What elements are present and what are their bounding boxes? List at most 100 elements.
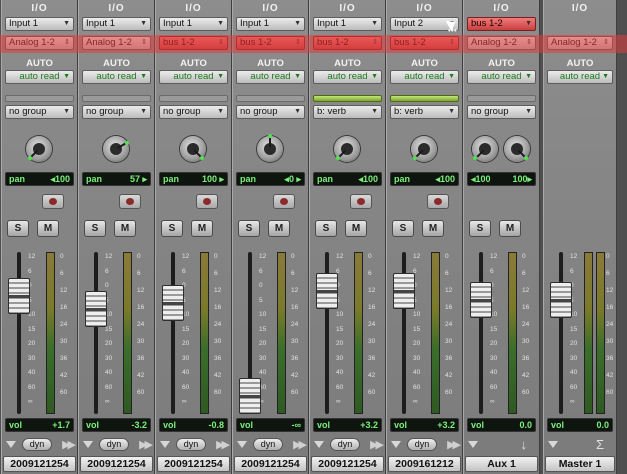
volume-display[interactable]: vol0.0: [547, 418, 613, 432]
record-arm-button[interactable]: [196, 194, 218, 209]
automation-mode-selector[interactable]: auto read▼: [313, 70, 382, 84]
volume-fader[interactable]: [316, 273, 338, 309]
automation-mode-selector[interactable]: auto read▼: [390, 70, 459, 84]
volume-fader[interactable]: [8, 278, 30, 314]
record-arm-button[interactable]: [42, 194, 64, 209]
mute-button[interactable]: M: [499, 220, 521, 237]
automation-mode-selector[interactable]: auto read▼: [547, 70, 613, 84]
solo-button[interactable]: S: [7, 220, 29, 237]
input-selector[interactable]: Input 1▼: [82, 17, 151, 31]
volume-fader[interactable]: [85, 291, 107, 327]
pan-knob[interactable]: [334, 136, 360, 162]
pan-display[interactable]: pan◂100: [390, 172, 459, 186]
group-selector[interactable]: no group▼: [5, 105, 74, 119]
pan-knob[interactable]: [504, 136, 530, 162]
track-name[interactable]: Aux 1: [465, 456, 538, 472]
pan-knob[interactable]: [26, 136, 52, 162]
pan-knob[interactable]: [180, 136, 206, 162]
automation-mode-selector[interactable]: auto read▼: [236, 70, 305, 84]
group-selector[interactable]: no group▼: [159, 105, 228, 119]
volume-display[interactable]: vol-3.2: [82, 418, 151, 432]
solo-button[interactable]: S: [84, 220, 106, 237]
pan-knob[interactable]: [411, 136, 437, 162]
dyn-button[interactable]: dyn: [330, 438, 360, 451]
triangle-down-icon[interactable]: [314, 441, 324, 448]
pan-knob[interactable]: [103, 136, 129, 162]
track-name[interactable]: 2009121254: [157, 456, 230, 472]
volume-fader[interactable]: [470, 282, 492, 318]
fast-forward-icon[interactable]: ▶▶: [447, 438, 458, 451]
solo-button[interactable]: S: [161, 220, 183, 237]
dyn-button[interactable]: dyn: [99, 438, 129, 451]
mute-button[interactable]: M: [191, 220, 213, 237]
automation-mode-selector[interactable]: auto read▼: [82, 70, 151, 84]
triangle-down-icon[interactable]: [468, 441, 478, 448]
pan-display[interactable]: pan100 ▸: [159, 172, 228, 186]
pan-knob[interactable]: [472, 136, 498, 162]
track-name[interactable]: Master 1: [545, 456, 615, 472]
group-selector[interactable]: no group▼: [467, 105, 536, 119]
triangle-down-icon[interactable]: [237, 441, 247, 448]
record-arm-button[interactable]: [427, 194, 449, 209]
volume-display[interactable]: vol0.0: [467, 418, 536, 432]
input-selector[interactable]: Input 1▼: [5, 17, 74, 31]
track-name[interactable]: 2009121254: [3, 456, 76, 472]
volume-fader[interactable]: [550, 282, 572, 318]
track-name[interactable]: 2009121254: [234, 456, 307, 472]
mute-button[interactable]: M: [345, 220, 367, 237]
triangle-down-icon[interactable]: [391, 441, 401, 448]
input-selector[interactable]: bus 1-2▼: [467, 17, 536, 31]
pan-display[interactable]: pan◂100: [5, 172, 74, 186]
automation-mode-selector[interactable]: auto read▼: [159, 70, 228, 84]
fast-forward-icon[interactable]: ▶▶: [139, 438, 150, 451]
input-selector[interactable]: Input 1▼: [236, 17, 305, 31]
input-selector[interactable]: Input 1▼: [313, 17, 382, 31]
group-selector[interactable]: b: verb▼: [390, 105, 459, 119]
solo-button[interactable]: S: [238, 220, 260, 237]
record-arm-button[interactable]: [273, 194, 295, 209]
record-arm-button[interactable]: [350, 194, 372, 209]
automation-mode-selector[interactable]: auto read▼: [467, 70, 536, 84]
mute-button[interactable]: M: [268, 220, 290, 237]
pan-display[interactable]: ◂100100▸: [467, 172, 536, 186]
pan-display[interactable]: pan◂0 ▸: [236, 172, 305, 186]
volume-display[interactable]: vol-0.8: [159, 418, 228, 432]
triangle-down-icon[interactable]: [6, 441, 16, 448]
triangle-down-icon[interactable]: [548, 441, 558, 448]
input-selector[interactable]: Input 1▼: [159, 17, 228, 31]
mute-button[interactable]: M: [114, 220, 136, 237]
track-name[interactable]: 2009161212: [388, 456, 461, 472]
triangle-down-icon[interactable]: [83, 441, 93, 448]
pan-display[interactable]: pan57 ▸: [82, 172, 151, 186]
pan-display[interactable]: pan◂100: [313, 172, 382, 186]
pan-knob[interactable]: [257, 136, 283, 162]
group-selector[interactable]: no group▼: [236, 105, 305, 119]
volume-display[interactable]: vol+3.2: [390, 418, 459, 432]
solo-button[interactable]: S: [315, 220, 337, 237]
volume-fader[interactable]: [393, 273, 415, 309]
fast-forward-icon[interactable]: ▶▶: [216, 438, 227, 451]
mute-button[interactable]: M: [422, 220, 444, 237]
solo-button[interactable]: S: [392, 220, 414, 237]
fast-forward-icon[interactable]: ▶▶: [370, 438, 381, 451]
track-name[interactable]: 2009121254: [311, 456, 384, 472]
record-arm-button[interactable]: [119, 194, 141, 209]
dyn-button[interactable]: dyn: [22, 438, 52, 451]
track-name[interactable]: 2009121254: [80, 456, 153, 472]
volume-fader[interactable]: [162, 285, 184, 321]
mute-button[interactable]: M: [37, 220, 59, 237]
solo-button[interactable]: S: [469, 220, 491, 237]
dyn-button[interactable]: dyn: [253, 438, 283, 451]
dyn-button[interactable]: dyn: [407, 438, 437, 451]
volume-display[interactable]: vol+1.7: [5, 418, 74, 432]
group-selector[interactable]: no group▼: [82, 105, 151, 119]
fast-forward-icon[interactable]: ▶▶: [293, 438, 304, 451]
volume-display[interactable]: vol-∞: [236, 418, 305, 432]
group-selector[interactable]: b: verb▼: [313, 105, 382, 119]
triangle-down-icon[interactable]: [160, 441, 170, 448]
automation-mode-selector[interactable]: auto read▼: [5, 70, 74, 84]
volume-display[interactable]: vol+3.2: [313, 418, 382, 432]
fast-forward-icon[interactable]: ▶▶: [62, 438, 73, 451]
dyn-button[interactable]: dyn: [176, 438, 206, 451]
volume-fader[interactable]: [239, 378, 261, 414]
